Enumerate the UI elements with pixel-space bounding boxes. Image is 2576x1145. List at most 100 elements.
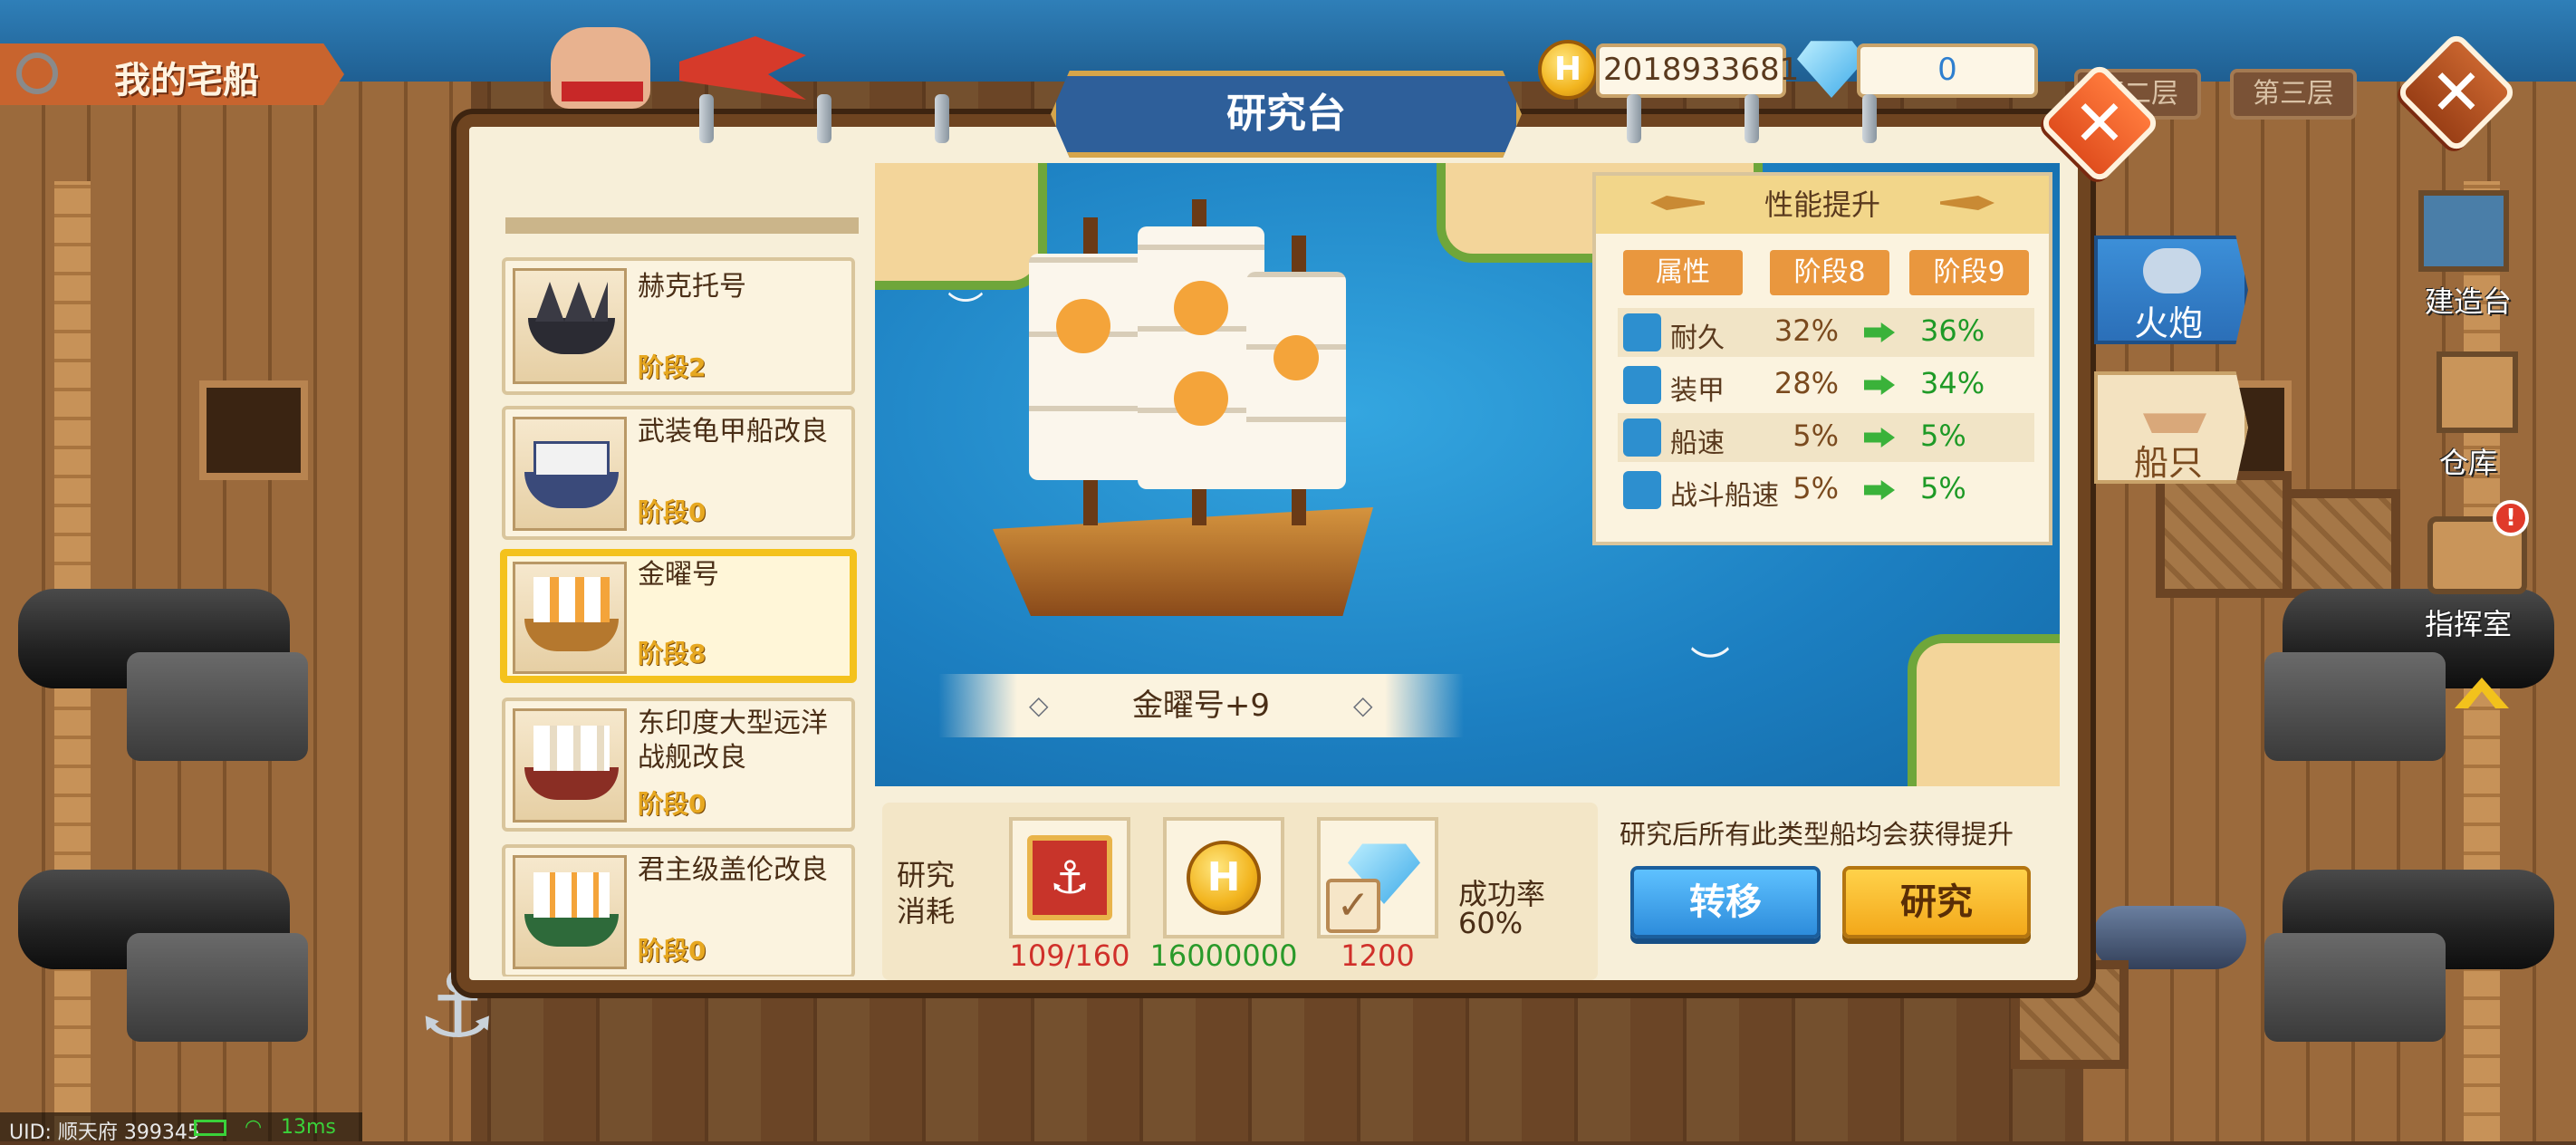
research-button[interactable]: 研究 [1842,866,2031,938]
stats-title-text: 性能提升 [1764,188,1880,222]
ship-stage: 阶段2 [638,352,706,382]
cost-amount: 1200 [1341,938,1415,973]
cannon-base [127,652,308,761]
gold-coin-icon: H [1187,841,1261,915]
ship-name: 武装龟甲船改良 [638,416,828,447]
island [1908,634,2060,786]
pin [699,94,714,143]
pin [1862,94,1877,143]
right-menu-warehouse[interactable]: 仓库 [2391,440,2545,482]
cannon-base [127,933,308,1042]
ship-name: 东印度大型远洋战舰改良 [638,707,828,774]
stat-next: 34% [1920,366,1985,400]
list-item[interactable]: 武装龟甲船改良 阶段0 [502,406,855,540]
research-cost-area: 研究消耗 ⚓ 109/160 H 16000000 ✓ 1200 成功率 60% [882,803,1598,980]
stats-panel: 性能提升 属性 阶段8 阶段9 耐久 32% 36% 装甲 28% 34% 船速… [1592,172,2052,545]
ship-thumbnail [513,417,627,531]
stat-next: 36% [1920,313,1985,348]
cost-slot: H [1163,817,1284,938]
battle-speed-icon [1623,471,1661,509]
battery-icon [194,1120,226,1136]
arrow-right-icon [1864,375,1895,395]
pin [935,94,949,143]
seagull-icon: ︶ [947,290,984,332]
cost-slot[interactable]: ✓ [1317,817,1438,938]
crate [2156,471,2292,598]
stat-current: 28% [1773,366,1839,400]
status-bar: UID: 顺天府 399345 ◠ 13ms [0,1112,362,1144]
list-top-edge [505,217,859,234]
ship-stage: 阶段0 [638,497,706,527]
right-menu-command-room[interactable]: 指挥室 [2391,601,2545,643]
arrow-right-icon [1864,480,1895,500]
column-header: 阶段8 [1770,250,1889,295]
seagull-icon: ︶ [1690,644,1730,690]
research-book-icon: ⚓ [1027,835,1112,920]
warehouse-icon[interactable] [2437,351,2518,433]
floor-tab-3[interactable]: 第三层 [2230,69,2357,120]
stat-row: 装甲 28% 34% [1618,361,2034,409]
cabin-window [199,380,308,480]
tab-ships-label: 船只 [2133,443,2203,483]
stat-label: 耐久 [1670,322,1725,354]
alert-badge-icon: ! [2493,500,2529,536]
ship-model [993,181,1409,652]
ship-list[interactable]: 赫克托号 阶段2 武装龟甲船改良 阶段0 金曜号 阶段8 东印度大型远洋战舰改良… [496,150,862,977]
home-ship-label: 我的宅船 [114,60,259,101]
column-header: 属性 [1623,250,1743,295]
gold-coin-icon: H [1538,40,1598,100]
home-ship-ribbon[interactable]: 我的宅船 [0,43,344,105]
pin [817,94,831,143]
cost-amount: 109/160 [1009,938,1130,973]
ship-speed-icon [1623,419,1661,457]
stat-row: 耐久 32% 36% [1618,308,2034,357]
tab-ships[interactable]: 船只 [2094,371,2248,484]
cannon-tab-icon [2143,248,2201,293]
paperclip-icon [7,43,67,103]
list-item-selected[interactable]: 金曜号 阶段8 [500,549,857,683]
column-header: 阶段9 [1909,250,2029,295]
stat-label: 船速 [1670,428,1725,459]
gold-amount: 2018933681 [1596,43,1799,98]
tab-cannon-label: 火炮 [2133,303,2203,343]
stat-row: 战斗船速 5% 5% [1618,466,2034,515]
close-icon: ✕ [2429,55,2484,130]
diamond-ornament-icon: ◇ [1029,690,1049,720]
diamond-ornament-icon: ◇ [1353,690,1373,720]
ship-upgraded-name: 金曜号+9 [1131,688,1271,724]
stat-current: 32% [1773,313,1839,348]
pin [1745,94,1759,143]
ship-name: 金曜号 [638,559,719,591]
success-rate-value: 60% [1458,906,1523,940]
cost-label: 研究消耗 [897,858,956,929]
ship-stage: 阶段8 [638,639,706,669]
panel-title: 研究台 [1051,71,1522,158]
checkbox-checked-icon[interactable]: ✓ [1326,879,1380,933]
cost-slot: ⚓ [1009,817,1130,938]
uid-text: UID: 顺天府 399345 [9,1121,200,1144]
stat-row: 船速 5% 5% [1618,413,2034,462]
arrow-right-icon [1864,322,1895,342]
armor-icon [1623,366,1661,404]
ship-name-banner: ◇ 金曜号+9 ◇ [938,674,1464,737]
ship-thumbnail [513,562,627,674]
stat-next: 5% [1920,471,1966,505]
tab-cannon[interactable]: 火炮 [2094,236,2248,344]
list-item[interactable]: 赫克托号 阶段2 [502,257,855,395]
diamond-amount: 0 [1857,43,2038,98]
list-item[interactable]: 君主级盖伦改良 阶段0 [502,844,855,977]
ship-stage: 阶段0 [638,789,706,819]
list-item[interactable]: 东印度大型远洋战舰改良 阶段0 [502,698,855,832]
transfer-button[interactable]: 转移 [1630,866,1821,938]
ship-thumbnail [513,708,627,823]
ship-name: 君主级盖伦改良 [638,854,828,886]
shipyard-icon[interactable] [2418,190,2509,272]
ship-stage: 阶段0 [638,936,706,966]
wifi-icon: ◠ [245,1116,263,1139]
ship-thumbnail [513,855,627,969]
pin [1627,94,1641,143]
stat-current: 5% [1793,419,1839,453]
cannon-base [2264,933,2446,1042]
crate [2283,489,2400,598]
right-menu-shipyard[interactable]: 建造台 [2391,279,2545,321]
